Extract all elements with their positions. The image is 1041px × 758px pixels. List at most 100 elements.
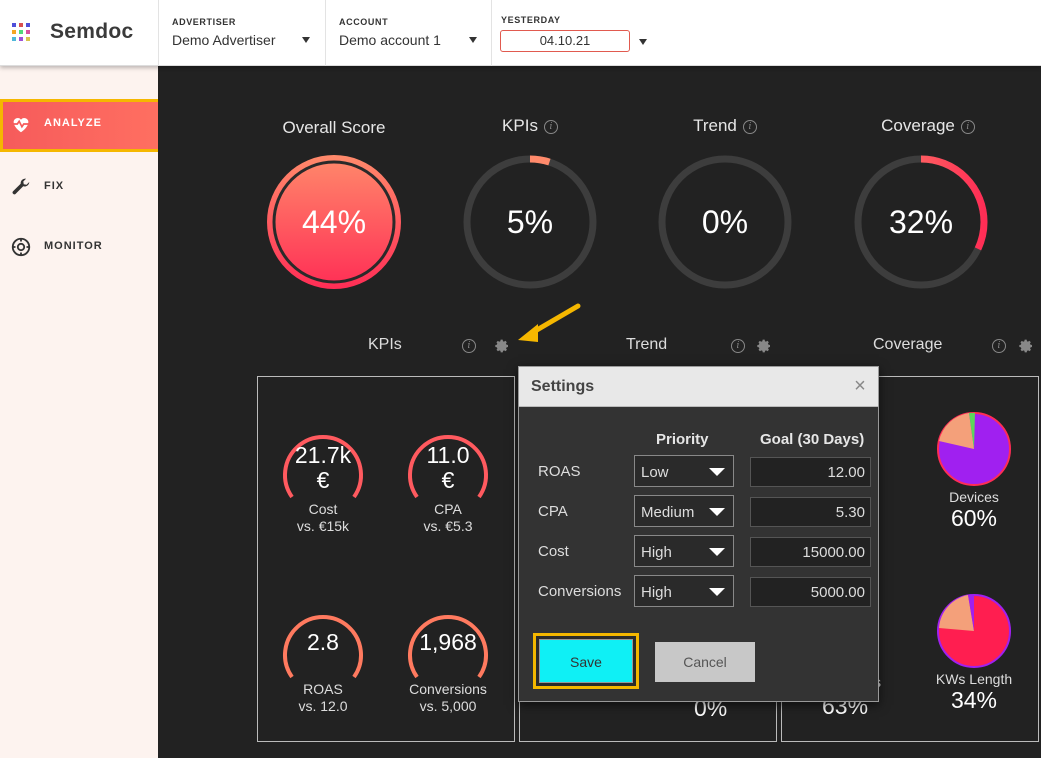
- priority-select-conversions[interactable]: High: [634, 575, 734, 607]
- devices-value: 60%: [950, 505, 998, 531]
- kws-length-chart[interactable]: KWs Length 34%: [919, 593, 1029, 714]
- chevron-down-icon: [709, 508, 725, 516]
- row-label-conversions: Conversions: [538, 583, 622, 600]
- overall-score-gauge[interactable]: 44%: [264, 152, 404, 292]
- goal-input-conversions[interactable]: [750, 577, 871, 607]
- goal-input-cpa[interactable]: [750, 497, 871, 527]
- gear-icon[interactable]: [756, 338, 772, 354]
- monitor-dial-icon: [11, 237, 31, 257]
- priority-select-value: High: [641, 544, 672, 561]
- chevron-down-icon: [709, 468, 725, 476]
- kpi-conversions[interactable]: 1,968 Conversions vs. 5,000: [398, 605, 498, 715]
- kpis-panel: 21.7k € Cost vs. €15k 11.0 € CPA vs. €5.3 …: [257, 376, 515, 742]
- priority-select-value: High: [641, 584, 672, 601]
- kpi-cost-value-number: 21.7k: [294, 442, 352, 468]
- date-label: YESTERDAY: [501, 15, 561, 25]
- kpi-cost-label: Cost: [308, 501, 338, 517]
- coverage-score-title-text: Coverage: [881, 116, 955, 135]
- info-icon[interactable]: i: [992, 339, 1006, 353]
- kws-length-label: KWs Length: [935, 671, 1013, 687]
- chevron-down-icon[interactable]: [639, 39, 647, 45]
- devices-chart[interactable]: Devices 60%: [919, 411, 1029, 532]
- trend-score-gauge[interactable]: 0%: [655, 152, 795, 292]
- save-button[interactable]: Save: [539, 639, 633, 683]
- coverage-score-gauge[interactable]: 32%: [851, 152, 991, 292]
- sidebar-item-label: FIX: [44, 180, 65, 192]
- kpis-score-gauge[interactable]: 5%: [460, 152, 600, 292]
- goal-input-roas[interactable]: [750, 457, 871, 487]
- top-bar: Semdoc ADVERTISER Demo Advertiser ACCOUN…: [0, 0, 1041, 66]
- date-field[interactable]: 04.10.21: [500, 30, 630, 52]
- priority-select-value: Medium: [641, 504, 695, 521]
- kpis-score-title-text: KPIs: [502, 116, 538, 135]
- info-icon[interactable]: i: [462, 339, 476, 353]
- kpi-cpa-target: vs. €5.3: [423, 518, 473, 534]
- row-label-cost: Cost: [538, 543, 569, 560]
- kws-length-pie: [937, 594, 1011, 668]
- priority-select-cpa[interactable]: Medium: [634, 495, 734, 527]
- kpis-score-title: KPIs i: [460, 116, 600, 136]
- dialog-header: Settings ×: [519, 367, 878, 407]
- kpi-cpa[interactable]: 11.0 € CPA vs. €5.3: [398, 425, 498, 535]
- kpi-cpa-value-number: 11.0: [426, 442, 470, 468]
- priority-select-value: Low: [641, 464, 669, 481]
- goal-column-header: Goal (30 Days): [760, 431, 865, 448]
- annotation-arrow-icon: [518, 303, 581, 342]
- coverage-score-title: Coverage i: [851, 116, 1005, 136]
- kpi-cost-value: 21.7k €: [273, 443, 373, 493]
- kws-length-value: 34%: [950, 687, 998, 713]
- app-grid-icon[interactable]: [12, 23, 30, 41]
- advertiser-selector[interactable]: ADVERTISER Demo Advertiser: [158, 0, 325, 66]
- chevron-down-icon: [709, 588, 725, 596]
- overall-score-title: Overall Score: [282, 118, 386, 137]
- account-selector[interactable]: ACCOUNT Demo account 1: [325, 0, 491, 66]
- info-icon[interactable]: i: [960, 119, 975, 134]
- kpi-cpa-value: 11.0 €: [398, 443, 498, 493]
- kpi-roas[interactable]: 2.8 ROAS vs. 12.0: [273, 605, 373, 715]
- kpi-conversions-target: vs. 5,000: [419, 698, 477, 714]
- coverage-score-value: 32%: [888, 203, 954, 240]
- kpi-conversions-label: Conversions: [409, 681, 487, 697]
- save-button-highlight: Save: [533, 633, 639, 689]
- devices-pie: [937, 412, 1011, 486]
- sidebar: ANALYZE FIX MONITOR: [0, 66, 162, 758]
- trend-section-title: Trend: [626, 336, 668, 353]
- chevron-down-icon[interactable]: [469, 37, 477, 43]
- settings-dialog: Settings × Priority Goal (30 Days) ROAS …: [518, 366, 879, 702]
- trend-score-title: Trend i: [655, 116, 795, 136]
- close-icon[interactable]: ×: [850, 376, 870, 396]
- cancel-button[interactable]: Cancel: [655, 642, 755, 682]
- kpi-conversions-value: 1,968: [419, 629, 477, 655]
- info-icon[interactable]: i: [742, 119, 757, 134]
- chevron-down-icon: [709, 548, 725, 556]
- coverage-section-title: Coverage: [873, 336, 943, 353]
- dialog-title: Settings: [531, 378, 595, 395]
- goal-input-cost[interactable]: [750, 537, 871, 567]
- sidebar-item-label: MONITOR: [44, 240, 103, 252]
- trend-score-title-text: Trend: [693, 116, 737, 135]
- heartbeat-icon: [12, 118, 30, 133]
- sidebar-item-monitor[interactable]: MONITOR: [0, 222, 158, 272]
- kpi-cost[interactable]: 21.7k € Cost vs. €15k: [273, 425, 373, 535]
- kpi-cpa-label: CPA: [434, 501, 462, 517]
- kpi-roas-target: vs. 12.0: [298, 698, 348, 714]
- row-label-roas: ROAS: [538, 463, 581, 480]
- app-logo-text[interactable]: Semdoc: [50, 20, 134, 44]
- kpi-cost-value-currency: €: [316, 467, 330, 493]
- advertiser-value: Demo Advertiser: [172, 32, 276, 48]
- date-selector[interactable]: YESTERDAY 04.10.21: [491, 0, 661, 66]
- sidebar-item-fix[interactable]: FIX: [0, 162, 158, 212]
- wrench-icon: [12, 178, 30, 195]
- kpis-section-title: KPIs: [368, 336, 402, 353]
- priority-column-header: Priority: [656, 431, 709, 448]
- kpis-score-value: 5%: [506, 203, 554, 240]
- dialog-body: Priority Goal (30 Days) ROAS Low CPA Med…: [519, 407, 878, 701]
- sidebar-item-label: ANALYZE: [44, 117, 102, 129]
- info-icon[interactable]: i: [543, 119, 558, 134]
- gear-icon[interactable]: [1018, 338, 1034, 354]
- priority-select-cost[interactable]: High: [634, 535, 734, 567]
- priority-select-roas[interactable]: Low: [634, 455, 734, 487]
- chevron-down-icon[interactable]: [302, 37, 310, 43]
- info-icon[interactable]: i: [731, 339, 745, 353]
- sidebar-item-analyze[interactable]: ANALYZE: [0, 99, 162, 152]
